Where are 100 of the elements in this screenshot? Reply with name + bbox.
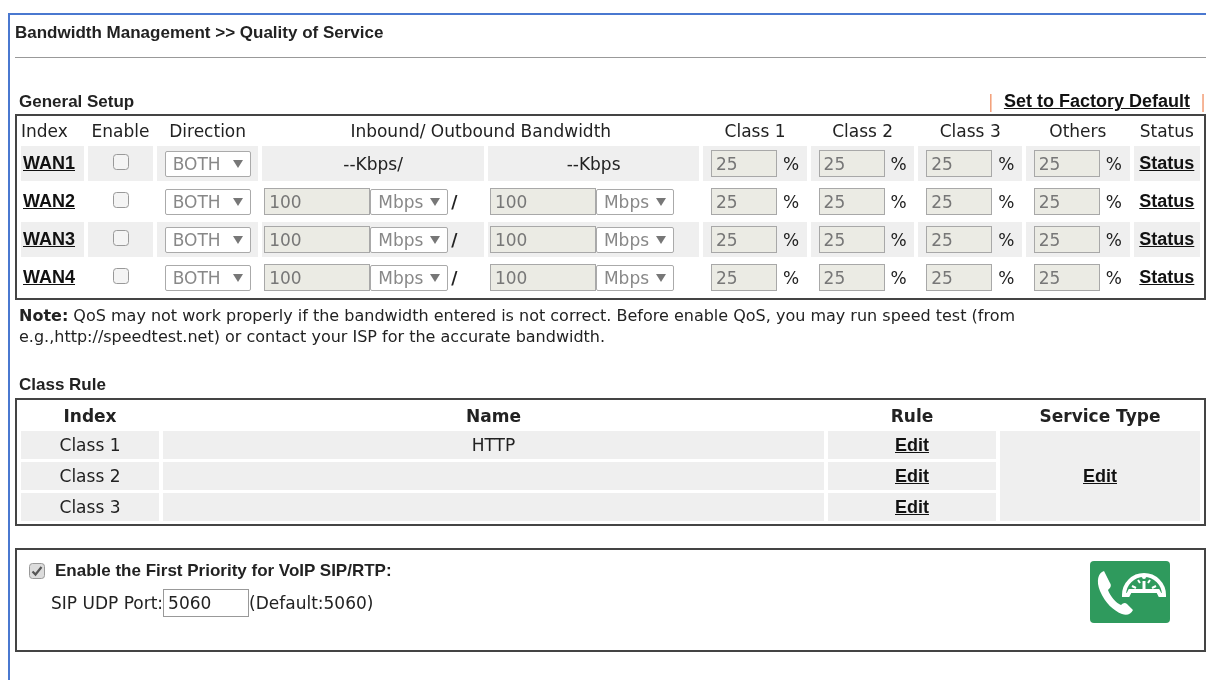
caret-icon <box>232 159 243 168</box>
wan-link[interactable]: WAN2 <box>23 191 75 211</box>
percent-sign: % <box>998 191 1015 212</box>
edit-link[interactable]: Edit <box>895 434 929 455</box>
column-header: Direction <box>168 120 248 143</box>
column-header: Enable <box>90 120 151 143</box>
column-header: Index <box>21 120 69 143</box>
column-header: Class 1 <box>723 120 787 143</box>
direction-dropdown[interactable]: BOTH <box>164 264 251 291</box>
percent-field[interactable]: 25 <box>1033 264 1100 291</box>
bandwidth-field[interactable]: 100 <box>264 226 371 253</box>
unit-dropdown[interactable]: Mbps <box>370 188 449 215</box>
percent-field[interactable]: 25 <box>926 226 993 253</box>
caret-icon <box>430 273 441 282</box>
slash-separator: / <box>451 267 458 288</box>
percent-field[interactable]: 25 <box>710 188 777 215</box>
column-header: Rule <box>889 405 935 428</box>
checkbox[interactable] <box>112 229 129 246</box>
percent-sign: % <box>782 267 800 288</box>
percent-field[interactable]: 25 <box>926 188 993 215</box>
bandwidth-field[interactable]: 100 <box>489 188 596 215</box>
column-header: Others <box>1048 120 1108 143</box>
percent-field[interactable]: 25 <box>1033 226 1100 253</box>
percent-field[interactable]: 25 <box>926 264 993 291</box>
percent-sign: % <box>1105 191 1122 212</box>
section-title: Class Rule <box>18 375 107 396</box>
percent-sign: % <box>1105 153 1122 174</box>
port-field[interactable]: 5060 <box>163 589 250 617</box>
percent-field[interactable]: 25 <box>818 150 885 177</box>
column-header: Service Type <box>1038 405 1162 428</box>
percent-field[interactable]: 25 <box>1033 188 1100 215</box>
bandwidth-field[interactable]: 100 <box>489 226 596 253</box>
class-name: HTTP <box>471 435 516 455</box>
checkbox[interactable] <box>112 191 129 208</box>
caret-icon <box>232 235 243 244</box>
direction-dropdown[interactable]: BOTH <box>164 188 251 215</box>
column-header: Status <box>1138 120 1195 143</box>
column-header: Name <box>465 405 522 428</box>
status-link[interactable]: Status <box>1139 191 1195 211</box>
percent-sign: % <box>998 153 1015 174</box>
class-index: Class 1 <box>59 435 121 455</box>
percent-field[interactable]: 25 <box>710 150 777 177</box>
bandwidth-field[interactable]: 100 <box>264 264 371 291</box>
factory-default-link[interactable]: Set to Factory Default <box>1003 91 1190 112</box>
direction-dropdown[interactable]: BOTH <box>164 150 251 177</box>
slash-separator: / <box>451 191 458 212</box>
edit-link[interactable]: Edit <box>895 465 929 486</box>
direction-dropdown[interactable]: BOTH <box>164 226 251 253</box>
bandwidth-field[interactable]: 100 <box>264 188 371 215</box>
caret-icon <box>655 235 666 244</box>
separator: | <box>1199 91 1206 112</box>
caret-icon <box>655 273 666 282</box>
caret-icon <box>430 235 441 244</box>
percent-field[interactable]: 25 <box>710 264 777 291</box>
percent-sign: % <box>998 267 1015 288</box>
caret-icon <box>232 197 243 206</box>
percent-sign: % <box>890 229 907 250</box>
unit-dropdown[interactable]: Mbps <box>370 226 449 253</box>
unit-dropdown[interactable]: Mbps <box>595 188 674 215</box>
wan-link[interactable]: WAN4 <box>23 267 75 287</box>
caret-icon <box>430 197 441 206</box>
percent-sign: % <box>782 153 800 174</box>
percent-field[interactable]: 25 <box>818 226 885 253</box>
bandwidth-value: --Kbps <box>566 153 621 174</box>
class-index: Class 2 <box>59 466 121 486</box>
separator: | <box>987 91 994 112</box>
percent-field[interactable]: 25 <box>818 264 885 291</box>
caret-icon <box>232 273 243 282</box>
checkbox[interactable] <box>112 153 129 170</box>
section-title: General Setup <box>19 92 135 112</box>
percent-sign: % <box>1105 267 1122 288</box>
checkbox[interactable] <box>112 267 129 284</box>
status-link[interactable]: Status <box>1139 267 1195 287</box>
column-header: Index <box>62 405 118 428</box>
percent-field[interactable]: 25 <box>1033 150 1100 177</box>
percent-field[interactable]: 25 <box>818 188 885 215</box>
column-header: Class 3 <box>938 120 1002 143</box>
checkbox[interactable] <box>29 563 45 579</box>
percent-sign: % <box>890 191 907 212</box>
percent-sign: % <box>782 229 800 250</box>
edit-link[interactable]: Edit <box>895 496 929 517</box>
field-label: SIP UDP Port: <box>51 593 164 613</box>
percent-field[interactable]: 25 <box>710 226 777 253</box>
slash-separator: / <box>451 229 458 250</box>
caret-icon <box>655 197 666 206</box>
percent-sign: % <box>890 267 907 288</box>
unit-dropdown[interactable]: Mbps <box>595 226 674 253</box>
percent-sign: % <box>782 191 800 212</box>
edit-link[interactable]: Edit <box>1083 465 1117 486</box>
bandwidth-field[interactable]: 100 <box>489 264 596 291</box>
unit-dropdown[interactable]: Mbps <box>370 264 449 291</box>
unit-dropdown[interactable]: Mbps <box>595 264 674 291</box>
page-title: Bandwidth Management >> Quality of Service <box>15 23 384 43</box>
column-header: Class 2 <box>831 120 895 143</box>
hint-text: (Default:5060) <box>249 593 374 613</box>
class-index: Class 3 <box>59 497 121 517</box>
note-text: Note: QoS may not work properly if the bandwidth entered is not correct. Before enable QoS, you may run speed test (from e.g.,http://speedtest.net) or contact your ISP for the accurate bandwidth. <box>19 305 1016 347</box>
percent-sign: % <box>998 229 1015 250</box>
percent-field[interactable]: 25 <box>926 150 993 177</box>
percent-sign: % <box>1105 229 1122 250</box>
